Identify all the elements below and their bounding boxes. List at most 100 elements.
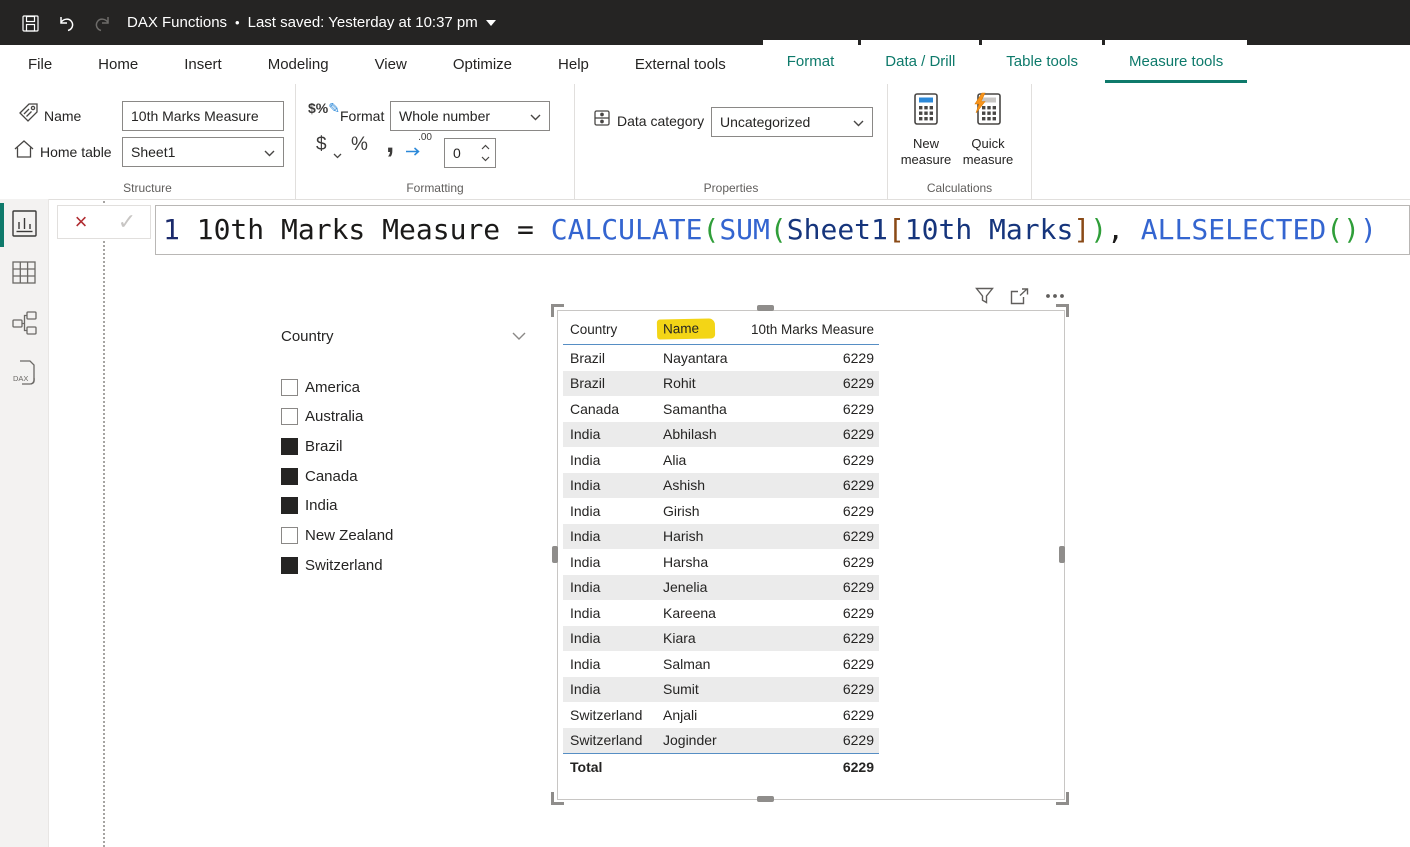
slicer-item-brazil[interactable]: Brazil [281, 434, 343, 458]
slicer-item-label[interactable]: Switzerland [304, 557, 383, 574]
decimal-places-input[interactable] [444, 138, 496, 168]
table-row[interactable]: IndiaKiara6229 [563, 626, 879, 652]
format-icon: $%✎ [308, 100, 340, 117]
resize-handle-bottom[interactable] [757, 796, 774, 802]
checkbox-checked[interactable] [281, 468, 298, 485]
decimal-places-icon[interactable]: .00 [406, 132, 432, 161]
number-stepper[interactable] [478, 141, 492, 165]
slicer-item-label[interactable]: New Zealand [304, 527, 393, 544]
data-category-label: Data category [617, 113, 704, 129]
format-value: Whole number [399, 108, 490, 124]
report-view-icon[interactable] [12, 210, 37, 242]
tab-home[interactable]: Home [75, 45, 161, 84]
tab-modeling[interactable]: Modeling [245, 45, 352, 84]
checkbox-unchecked[interactable] [281, 527, 298, 544]
tab-external-tools[interactable]: External tools [612, 45, 749, 84]
column-header-measure[interactable]: 10th Marks Measure [745, 322, 879, 337]
column-header-name[interactable]: Name [663, 319, 745, 339]
format-select[interactable]: Whole number [390, 101, 550, 131]
thousands-separator-button[interactable]: , [386, 126, 394, 160]
resize-handle-right[interactable] [1059, 546, 1065, 563]
measure-name-value[interactable] [123, 102, 283, 130]
caret-down-icon[interactable] [486, 20, 496, 26]
formula-commit-button[interactable]: ✓ [104, 206, 150, 238]
data-category-select[interactable]: Uncategorized [711, 107, 873, 137]
table-row[interactable]: IndiaJenelia6229 [563, 575, 879, 601]
table-row[interactable]: IndiaHarsha6229 [563, 549, 879, 575]
resize-handle-top-left[interactable] [551, 304, 564, 317]
column-header-country[interactable]: Country [563, 322, 663, 337]
tab-format[interactable]: Format [763, 40, 859, 83]
slicer-item-america[interactable]: America [281, 375, 360, 399]
quick-measure-button[interactable]: Quick measure [958, 92, 1018, 168]
quick-measure-label: Quick measure [958, 136, 1018, 168]
tab-measure-tools[interactable]: Measure tools [1105, 40, 1247, 83]
data-view-icon[interactable] [12, 261, 36, 289]
percent-format-button[interactable]: % [351, 134, 368, 156]
table-row[interactable]: IndiaGirish6229 [563, 498, 879, 524]
save-button[interactable] [18, 11, 42, 35]
tab-table-tools[interactable]: Table tools [982, 40, 1102, 83]
undo-button[interactable] [54, 11, 78, 35]
resize-handle-top[interactable] [757, 305, 774, 311]
chevron-down-icon[interactable] [333, 146, 342, 164]
slicer-item-switzerland[interactable]: Switzerland [281, 553, 383, 577]
resize-handle-bottom-right[interactable] [1056, 792, 1069, 805]
table-row[interactable]: SwitzerlandAnjali6229 [563, 702, 879, 728]
new-measure-button[interactable]: New measure [896, 92, 956, 168]
table-total-row: Total 6229 [563, 753, 879, 780]
table-row[interactable]: BrazilNayantara6229 [563, 345, 879, 371]
tab-data-drill[interactable]: Data / Drill [861, 40, 979, 83]
tab-optimize[interactable]: Optimize [430, 45, 535, 84]
currency-format-button[interactable]: $ [316, 134, 327, 156]
tab-file[interactable]: File [5, 45, 75, 84]
table-row[interactable]: SwitzerlandJoginder6229 [563, 728, 879, 754]
table-row[interactable]: IndiaAlia6229 [563, 447, 879, 473]
measure-name-input[interactable] [122, 101, 284, 131]
slicer-item-label[interactable]: Brazil [304, 438, 343, 455]
table-row[interactable]: CanadaSamantha6229 [563, 396, 879, 422]
slicer-item-label[interactable]: Canada [304, 468, 358, 485]
table-row[interactable]: IndiaSalman6229 [563, 651, 879, 677]
checkbox-unchecked[interactable] [281, 379, 298, 396]
slicer-item-label[interactable]: America [304, 379, 360, 396]
tab-view[interactable]: View [352, 45, 430, 84]
tab-help[interactable]: Help [535, 45, 612, 84]
formula-cancel-button[interactable]: × [58, 206, 104, 238]
checkbox-checked[interactable] [281, 438, 298, 455]
dax-query-view-icon[interactable]: DAX [12, 359, 37, 394]
slicer-item-label[interactable]: India [304, 497, 338, 514]
slicer-item-label[interactable]: Australia [304, 408, 363, 425]
home-table-select[interactable]: Sheet1 [122, 137, 284, 167]
checkbox-checked[interactable] [281, 557, 298, 574]
slicer-item-new-zealand[interactable]: New Zealand [281, 524, 393, 548]
table-row[interactable]: IndiaAbhilash6229 [563, 422, 879, 448]
group-label-calculations: Calculations [888, 181, 1031, 195]
cell-name: Alia [663, 452, 745, 468]
tab-insert[interactable]: Insert [161, 45, 245, 84]
focus-mode-icon[interactable] [1010, 288, 1029, 305]
table-row[interactable]: IndiaKareena6229 [563, 600, 879, 626]
slicer-item-australia[interactable]: Australia [281, 405, 363, 429]
country-slicer[interactable]: Country AmericaAustraliaBrazilCanadaIndi… [281, 325, 526, 347]
data-category-value: Uncategorized [720, 114, 810, 130]
resize-handle-top-right[interactable] [1056, 304, 1069, 317]
resize-handle-left[interactable] [552, 546, 558, 563]
redo-button[interactable] [90, 11, 114, 35]
table-row[interactable]: IndiaAshish6229 [563, 473, 879, 499]
table-row[interactable]: IndiaSumit6229 [563, 677, 879, 703]
model-view-icon[interactable] [12, 311, 37, 341]
more-options-icon[interactable] [1045, 293, 1065, 299]
slicer-item-canada[interactable]: Canada [281, 464, 358, 488]
table-row[interactable]: IndiaHarish6229 [563, 524, 879, 550]
slicer-item-india[interactable]: India [281, 494, 338, 518]
checkbox-checked[interactable] [281, 497, 298, 514]
chevron-down-icon[interactable] [512, 327, 526, 345]
table-row[interactable]: BrazilRohit6229 [563, 371, 879, 397]
check-icon: ✓ [118, 209, 136, 235]
filter-icon[interactable] [975, 287, 994, 305]
resize-handle-bottom-left[interactable] [551, 792, 564, 805]
formula-bar-input[interactable]: 1 10th Marks Measure = CALCULATE(SUM(She… [155, 205, 1410, 255]
checkbox-unchecked[interactable] [281, 408, 298, 425]
home-table-value: Sheet1 [131, 144, 175, 160]
